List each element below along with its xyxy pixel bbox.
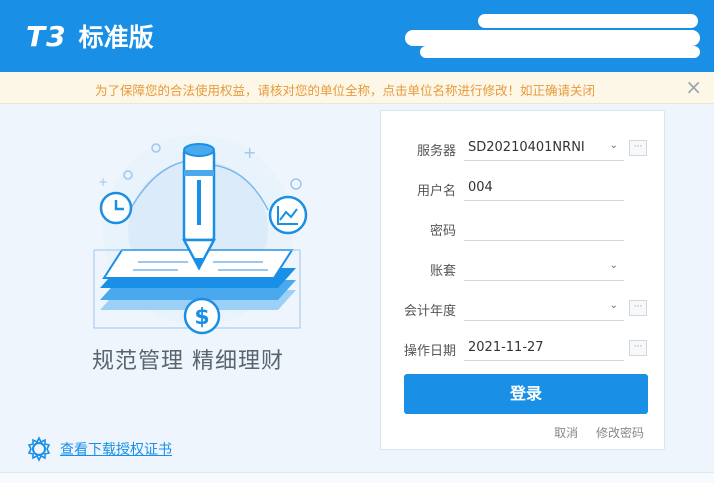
cancel-link[interactable]: 取消	[554, 426, 578, 440]
notice-bar: 为了保障您的合法使用权益，请核对您的单位全称，点击单位名称进行修改！如正确请关闭…	[0, 72, 714, 104]
panel-footer-links: 取消 修改密码	[540, 424, 644, 441]
chevron-down-icon[interactable]: ⌄	[610, 300, 618, 311]
fiscal-year-label: 会计年度	[403, 304, 456, 319]
view-certificate-label[interactable]: 查看下载授权证书	[60, 439, 172, 459]
app-logo: T3 标准版	[26, 18, 154, 54]
footer-strip	[0, 472, 714, 483]
login-panel: 服务器 SD20210401NRNI ⌄ ··· 用户名 004 密码 账套 ⌄…	[380, 110, 665, 450]
password-input[interactable]	[464, 215, 624, 241]
notice-text[interactable]: 为了保障您的合法使用权益，请核对您的单位全称，点击单位名称进行修改！如正确请关闭	[0, 80, 690, 99]
clock-icon	[99, 191, 133, 225]
operation-date-input[interactable]: 2021-11-27	[464, 335, 624, 361]
server-more-button[interactable]: ···	[629, 140, 647, 156]
change-password-link[interactable]: 修改密码	[596, 426, 644, 440]
line-chart-icon	[268, 195, 308, 235]
fiscal-year-select[interactable]: ⌄	[464, 295, 624, 321]
server-value: SD20210401NRNI	[468, 140, 585, 155]
username-input[interactable]: 004	[464, 175, 624, 201]
finance-illustration: + + $	[93, 135, 308, 335]
server-select[interactable]: SD20210401NRNI ⌄	[464, 135, 624, 161]
redacted-area	[405, 30, 700, 46]
app-header: T3 标准版	[0, 0, 714, 72]
chevron-down-icon[interactable]: ⌄	[610, 140, 618, 151]
account-set-row: 账套 ⌄	[381, 255, 666, 281]
svg-text:+: +	[243, 143, 256, 162]
fiscal-year-row: 会计年度 ⌄ ···	[381, 295, 666, 321]
account-set-select[interactable]: ⌄	[464, 255, 624, 281]
operation-date-label: 操作日期	[403, 344, 456, 359]
dollar-coin-icon: $	[183, 297, 221, 335]
password-row: 密码	[381, 215, 666, 241]
password-label: 密码	[429, 224, 456, 239]
view-certificate-link[interactable]: 查看下载授权证书	[26, 436, 172, 462]
pencil-icon	[181, 143, 217, 271]
gear-icon	[27, 436, 51, 462]
username-label: 用户名	[416, 184, 456, 199]
login-button[interactable]: 登录	[404, 374, 648, 414]
svg-text:+: +	[98, 175, 108, 189]
chevron-down-icon[interactable]: ⌄	[610, 260, 618, 271]
redacted-area	[420, 46, 700, 58]
logo-mark: T3	[26, 20, 67, 53]
username-row: 用户名 004	[381, 175, 666, 201]
operation-date-picker-button[interactable]: ···	[629, 340, 647, 356]
svg-text:$: $	[194, 305, 209, 330]
server-label: 服务器	[416, 144, 456, 159]
operation-date-row: 操作日期 2021-11-27 ···	[381, 335, 666, 361]
product-name: 标准版	[78, 23, 154, 52]
redacted-area	[478, 14, 698, 28]
close-icon[interactable]: ×	[685, 76, 702, 98]
server-row: 服务器 SD20210401NRNI ⌄ ···	[381, 135, 666, 161]
slogan: 规范管理 精细理财	[92, 349, 284, 374]
fiscal-year-more-button[interactable]: ···	[629, 300, 647, 316]
account-set-label: 账套	[429, 264, 456, 279]
